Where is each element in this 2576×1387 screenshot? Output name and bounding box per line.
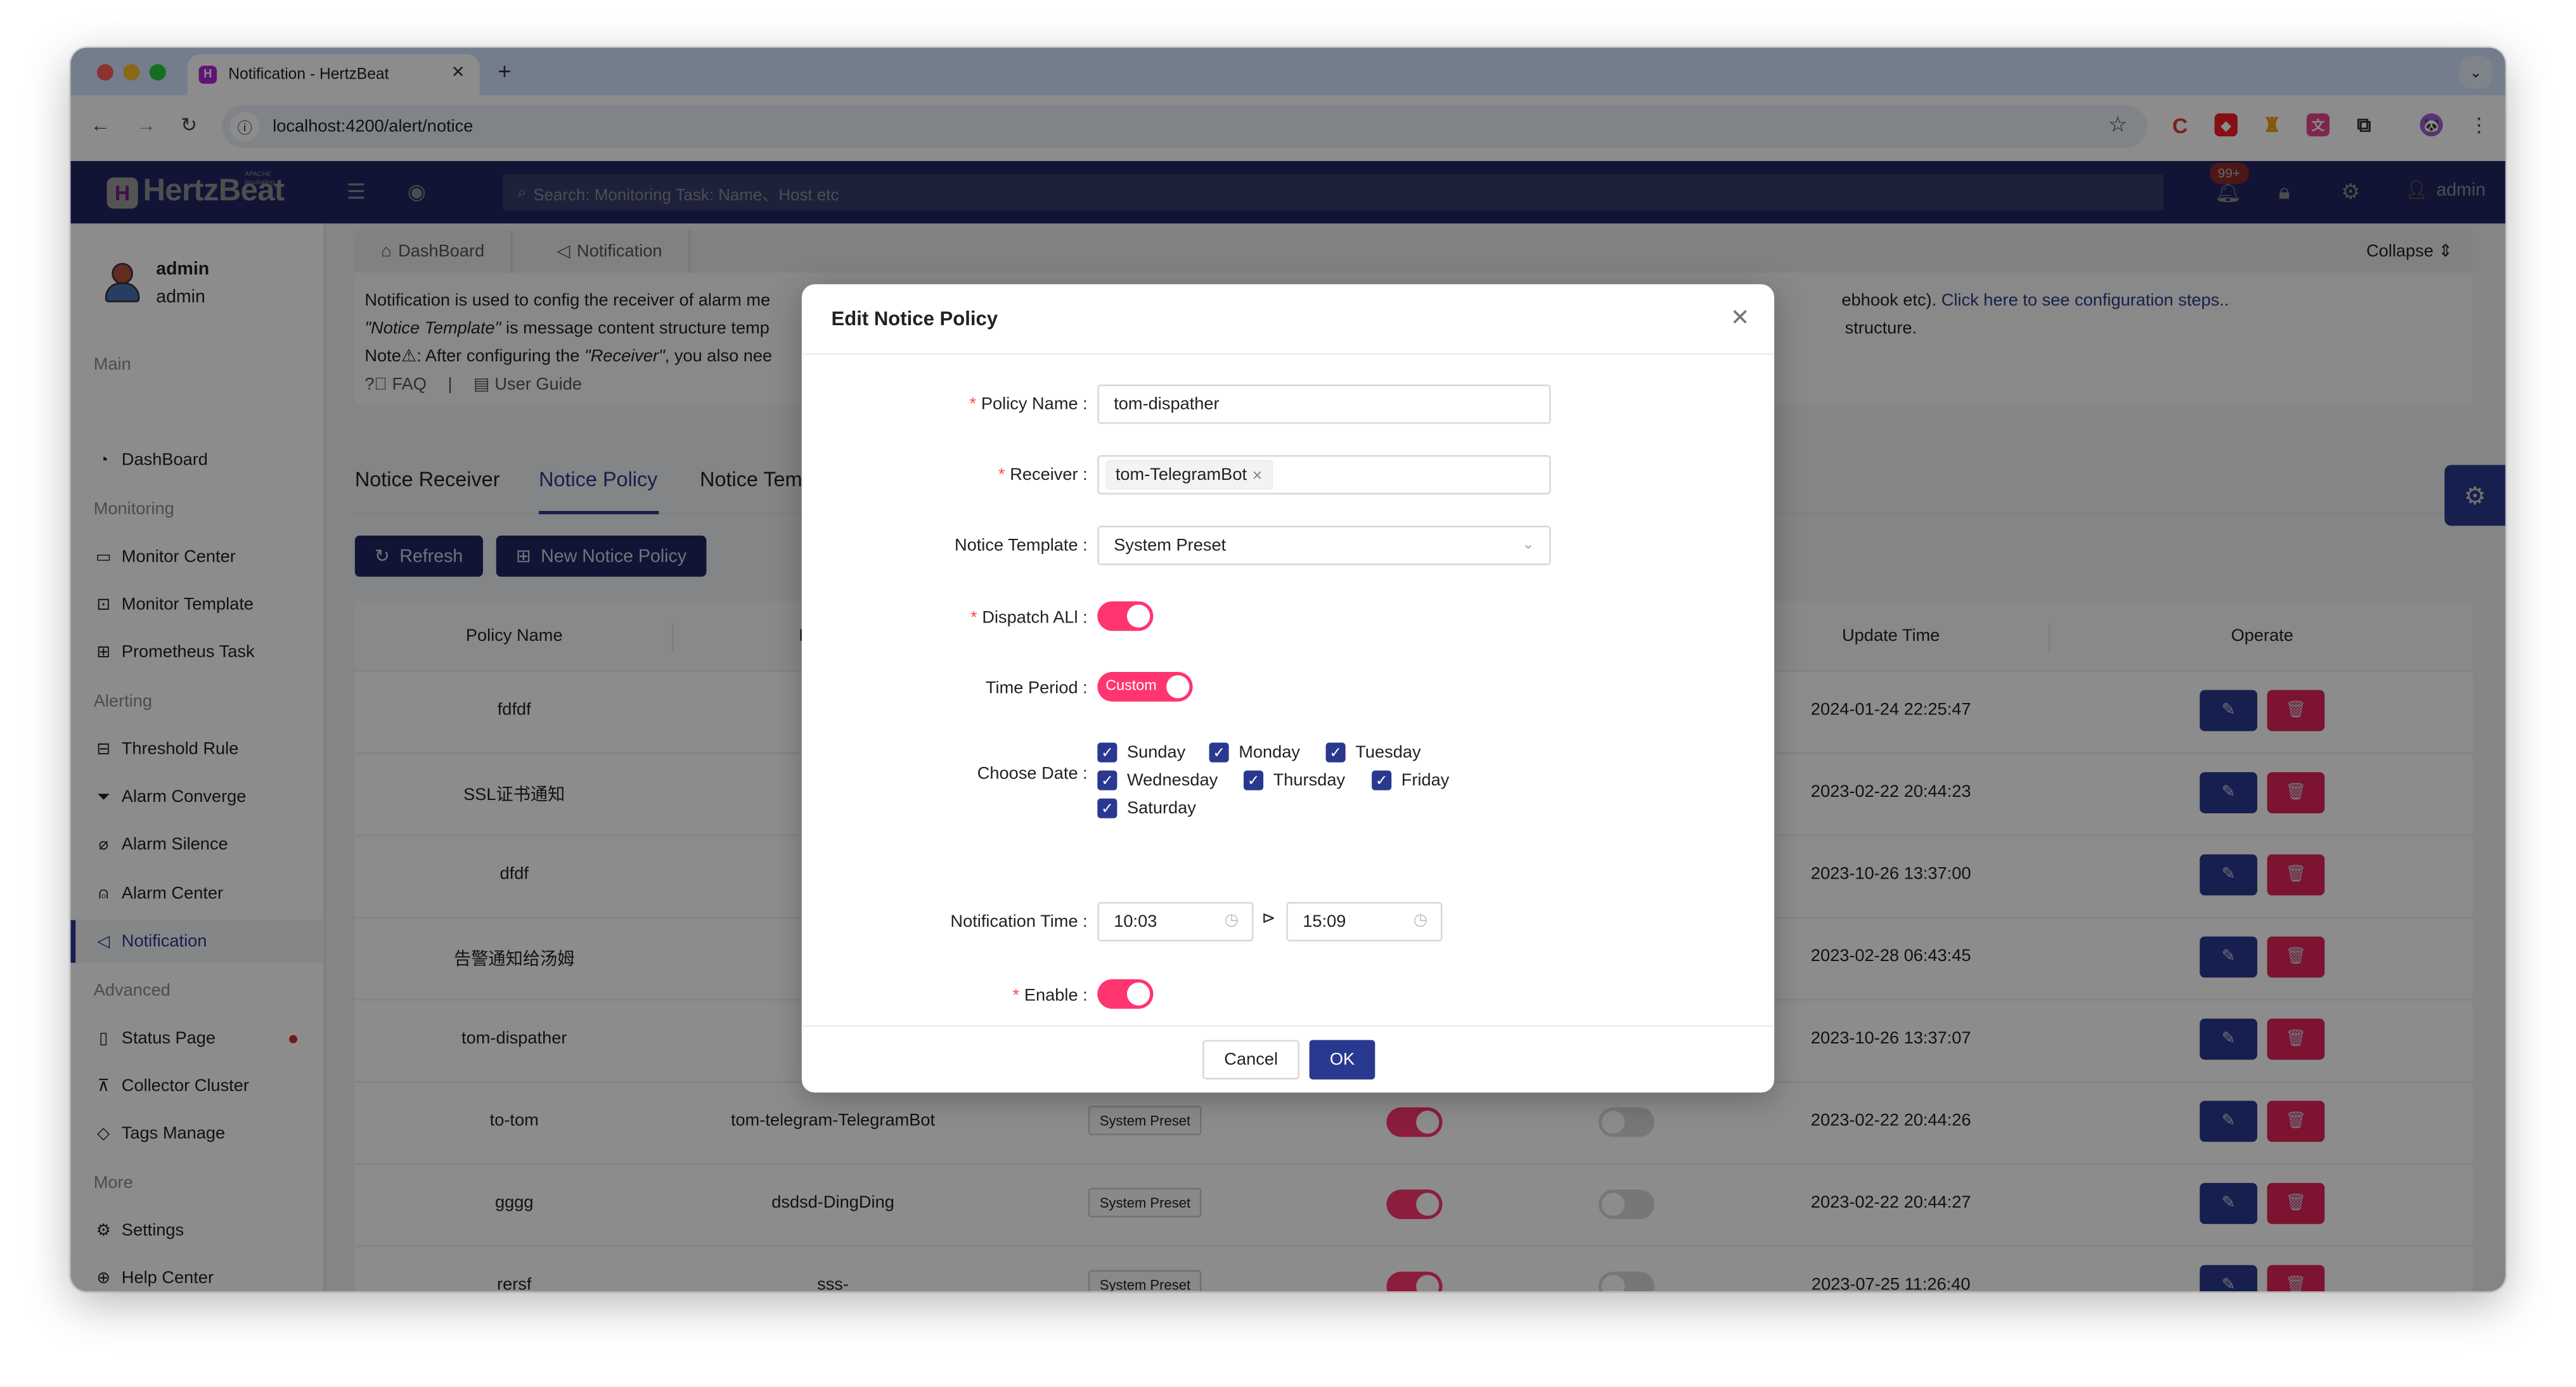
check-icon: ✓ xyxy=(1209,742,1229,763)
check-icon: ✓ xyxy=(1097,770,1117,790)
checkbox-wednesday[interactable]: ✓ Wednesday xyxy=(1097,770,1218,790)
check-icon: ✓ xyxy=(1372,770,1392,790)
checkbox-monday[interactable]: ✓ Monday xyxy=(1209,742,1300,763)
notice-template-select[interactable]: System Preset ⌄ xyxy=(1097,526,1551,565)
choose-date-label: Choose Date : xyxy=(977,764,1088,784)
browser-window: H Notification - HertzBeat ✕ + ⌄ ← → ↻ ⓘ… xyxy=(70,48,2506,1292)
checkbox-sunday[interactable]: ✓ Sunday xyxy=(1097,742,1185,763)
check-icon: ✓ xyxy=(1097,742,1117,763)
receiver-label: * Receiver : xyxy=(998,465,1088,485)
time-period-label: Time Period : xyxy=(985,678,1088,699)
check-icon: ✓ xyxy=(1097,798,1117,818)
checkbox-thursday[interactable]: ✓ Thursday xyxy=(1243,770,1345,790)
range-arrow-icon: ⊳ xyxy=(1261,910,1276,929)
time-period-switch[interactable]: Custom xyxy=(1097,672,1193,702)
start-time-input[interactable]: 10:03 ◷ xyxy=(1097,901,1254,942)
time-period-value: Custom xyxy=(1105,676,1157,694)
policy-name-label: * Policy Name : xyxy=(969,394,1088,415)
ok-button[interactable]: OK xyxy=(1309,1040,1375,1080)
receiver-select[interactable]: tom-TelegramBot ✕ xyxy=(1097,455,1551,495)
edit-notice-policy-modal: Edit Notice Policy ✕ * Policy Name : tom-… xyxy=(801,284,1775,1094)
modal-header: Edit Notice Policy ✕ xyxy=(801,284,1775,355)
clock-icon: ◷ xyxy=(1413,912,1428,930)
notice-template-label: Notice Template : xyxy=(954,535,1088,556)
screen: H Notification - HertzBeat ✕ + ⌄ ← → ↻ ⓘ… xyxy=(0,0,2576,1387)
checkbox-tuesday[interactable]: ✓ Tuesday xyxy=(1325,742,1421,763)
checkbox-friday[interactable]: ✓ Friday xyxy=(1372,770,1449,790)
enable-label: * Enable : xyxy=(1012,986,1088,1006)
end-time-input[interactable]: 15:09 ◷ xyxy=(1286,901,1443,942)
cancel-button[interactable]: Cancel xyxy=(1202,1040,1300,1080)
check-icon: ✓ xyxy=(1325,742,1346,763)
modal-title: Edit Notice Policy xyxy=(831,307,998,330)
check-icon: ✓ xyxy=(1243,770,1264,790)
dispatch-all-label: * Dispatch ALl : xyxy=(970,607,1088,628)
dispatch-all-switch[interactable] xyxy=(1097,601,1154,631)
close-icon[interactable]: ✕ xyxy=(1730,304,1749,332)
remove-chip-icon[interactable]: ✕ xyxy=(1252,468,1263,483)
enable-switch[interactable] xyxy=(1097,979,1154,1009)
checkbox-saturday[interactable]: ✓ Saturday xyxy=(1097,798,1196,818)
policy-name-input[interactable]: tom-dispather xyxy=(1097,384,1551,424)
receiver-chip: tom-TelegramBot ✕ xyxy=(1105,460,1273,490)
chevron-down-icon: ⌄ xyxy=(1522,535,1535,552)
clock-icon: ◷ xyxy=(1224,912,1239,930)
modal-footer: Cancel OK xyxy=(801,1025,1775,1094)
notification-time-label: Notification Time : xyxy=(950,912,1088,932)
